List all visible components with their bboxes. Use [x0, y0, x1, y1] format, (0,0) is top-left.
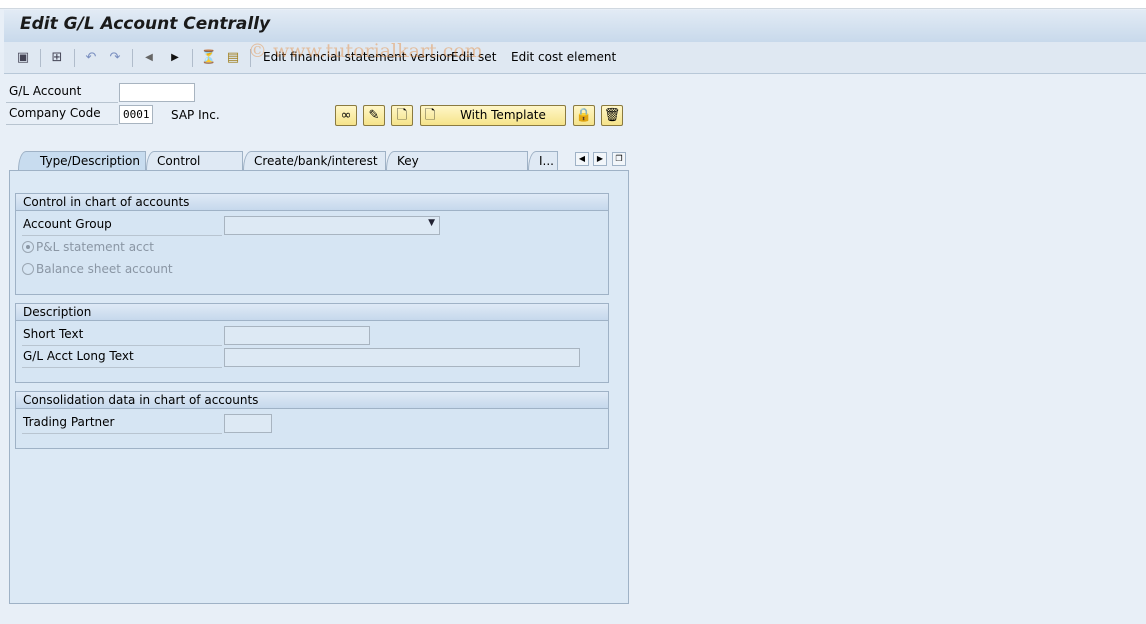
document-icon[interactable]: ▤	[224, 49, 242, 67]
group-title: Consolidation data in chart of accounts	[16, 392, 608, 409]
account-group-dropdown[interactable]: ▼	[224, 216, 440, 235]
separator	[192, 49, 193, 67]
create-button[interactable]: 🗋	[391, 105, 413, 126]
gl-account-input[interactable]	[119, 83, 195, 102]
display-button[interactable]: ∞	[335, 105, 357, 126]
delete-button[interactable]: 🗑	[601, 105, 623, 126]
undo-icon[interactable]: ↶	[82, 49, 100, 67]
separator	[40, 49, 41, 67]
page-title: Edit G/L Account Centrally	[20, 14, 271, 34]
previous-icon[interactable]: ◀	[140, 49, 158, 67]
radio-icon	[22, 263, 34, 275]
short-text-input[interactable]	[224, 326, 370, 345]
other-object-icon[interactable]: ▣	[14, 49, 32, 67]
bs-label: Balance sheet account	[36, 262, 173, 276]
pl-statement-radio[interactable]: P&L statement acct	[22, 240, 154, 254]
lock-icon: 🔒	[575, 108, 593, 123]
gl-account-label: G/L Account	[6, 84, 118, 103]
trash-icon: 🗑	[603, 108, 621, 123]
short-text-label: Short Text	[22, 327, 222, 346]
separator	[250, 49, 251, 67]
redo-icon[interactable]: ↷	[106, 49, 124, 67]
block-button[interactable]: 🔒	[573, 105, 595, 126]
trading-partner-label: Trading Partner	[22, 415, 222, 434]
group-title: Control in chart of accounts	[16, 194, 608, 211]
pencil-icon: ✎	[368, 108, 380, 123]
filter-icon[interactable]: ⏳	[200, 49, 218, 67]
application-toolbar: ▣ ⊞ ↶ ↷ ◀ ▶ ⏳ ▤ Edit financial statement…	[4, 42, 1146, 74]
pl-label: P&L statement acct	[36, 240, 154, 254]
company-code-label: Company Code	[6, 106, 118, 125]
title-bar: Edit G/L Account Centrally	[4, 10, 1146, 42]
separator	[132, 49, 133, 67]
company-code-input[interactable]	[119, 105, 153, 124]
new-document-icon: 🗋	[425, 108, 436, 123]
change-button[interactable]: ✎	[363, 105, 385, 126]
group-title: Description	[16, 304, 608, 321]
next-icon[interactable]: ▶	[166, 49, 184, 67]
tab-key-word-translation[interactable]: Key word/translation	[386, 151, 528, 186]
edit-cost-element-button[interactable]: Edit cost element	[511, 50, 616, 64]
company-name: SAP Inc.	[171, 108, 220, 122]
tab-more[interactable]: I...	[528, 151, 558, 170]
balance-sheet-radio[interactable]: Balance sheet account	[22, 262, 173, 276]
tab-scroll-left-icon[interactable]: ◀	[575, 152, 589, 166]
long-text-input[interactable]	[224, 348, 580, 367]
chevron-down-icon: ▼	[428, 218, 435, 228]
description-group: Description Short Text G/L Acct Long Tex…	[15, 303, 609, 383]
account-group-label: Account Group	[22, 217, 222, 236]
with-template-button[interactable]: 🗋 With Template	[420, 105, 566, 126]
consolidation-group: Consolidation data in chart of accounts …	[15, 391, 609, 449]
long-text-label: G/L Acct Long Text	[22, 349, 222, 368]
tab-create-bank-interest[interactable]: Create/bank/interest	[243, 151, 386, 170]
with-template-label: With Template	[460, 108, 546, 122]
separator	[74, 49, 75, 67]
tab-scroll-right-icon[interactable]: ▶	[593, 152, 607, 166]
tab-panel: Control in chart of accounts Account Gro…	[9, 170, 629, 604]
edit-set-button[interactable]: Edit set	[451, 50, 496, 64]
control-group: Control in chart of accounts Account Gro…	[15, 193, 609, 295]
radio-icon	[22, 241, 34, 253]
tab-list-icon[interactable]: ❐	[612, 152, 626, 166]
edit-fs-version-button[interactable]: Edit financial statement version	[263, 50, 454, 64]
hierarchy-icon[interactable]: ⊞	[48, 49, 66, 67]
top-border	[0, 0, 1146, 9]
tab-control-data[interactable]: Control Data	[146, 151, 243, 186]
new-document-icon: 🗋	[396, 108, 408, 123]
glasses-icon: ∞	[340, 108, 352, 123]
trading-partner-input[interactable]	[224, 414, 272, 433]
tab-type-description[interactable]: Type/Description	[18, 151, 146, 170]
